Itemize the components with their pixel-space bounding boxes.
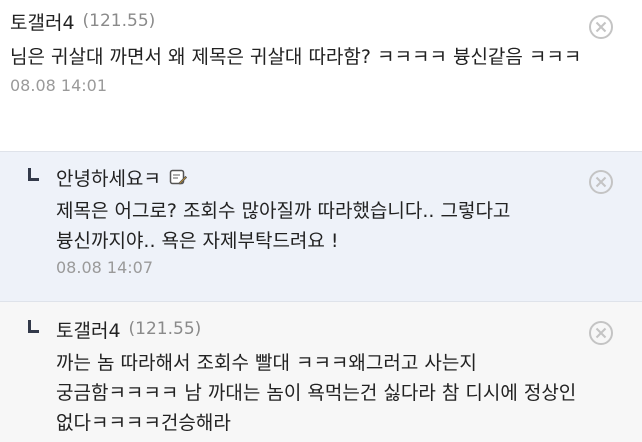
comment-ip: (121.55) <box>82 11 156 31</box>
comment-body: 님은 귀살대 까면서 왜 제목은 귀살대 따라함? ㅋㅋㅋㅋ 븅신같음 ㅋㅋㅋ <box>10 46 582 68</box>
reply-arrow-icon <box>26 316 40 342</box>
comment-date: 08.08 14:07 <box>56 258 153 277</box>
delete-comment-icon[interactable] <box>588 169 614 195</box>
comment-nickname[interactable]: 안녕하세요ㅋ <box>56 164 161 191</box>
comment-ip: (121.55) <box>128 319 202 339</box>
delete-comment-icon[interactable] <box>588 14 614 40</box>
comment-nickname[interactable]: 토갤러4 <box>10 8 75 35</box>
comment-nickname[interactable]: 토갤러4 <box>56 316 121 343</box>
reply-comment: 안녕하세요ㅋ 제목은 어그로? 조회수 많아질까 따라했습니다.. 그렇다고 븅… <box>0 151 642 302</box>
comment: 토갤러4 (121.55) 님은 귀살대 까면서 왜 제목은 귀살대 따라함? … <box>0 0 642 151</box>
comment-thread: 토갤러4 (121.55) 님은 귀살대 까면서 왜 제목은 귀살대 따라함? … <box>0 0 642 442</box>
memo-edit-icon <box>169 169 187 185</box>
comment-date: 08.08 14:01 <box>10 76 107 95</box>
comment-header: 토갤러4 (121.55) <box>10 8 586 34</box>
comment-header: 안녕하세요ㅋ <box>26 164 586 190</box>
comment-body: 제목은 어그로? 조회수 많아질까 따라했습니다.. 그렇다고 븅신까지야.. … <box>56 200 511 252</box>
comment-body: 까는 놈 따라해서 조회수 빨대 ㅋㅋㅋ왜그러고 사는지 궁금함ㅋㅋㅋㅋ 남 까… <box>56 352 577 434</box>
delete-comment-icon[interactable] <box>588 320 614 346</box>
reply-arrow-icon <box>26 164 40 190</box>
comment-header: 토갤러4 (121.55) <box>26 316 586 342</box>
reply-comment: 토갤러4 (121.55) 까는 놈 따라해서 조회수 빨대 ㅋㅋㅋ왜그러고 사… <box>0 302 642 442</box>
